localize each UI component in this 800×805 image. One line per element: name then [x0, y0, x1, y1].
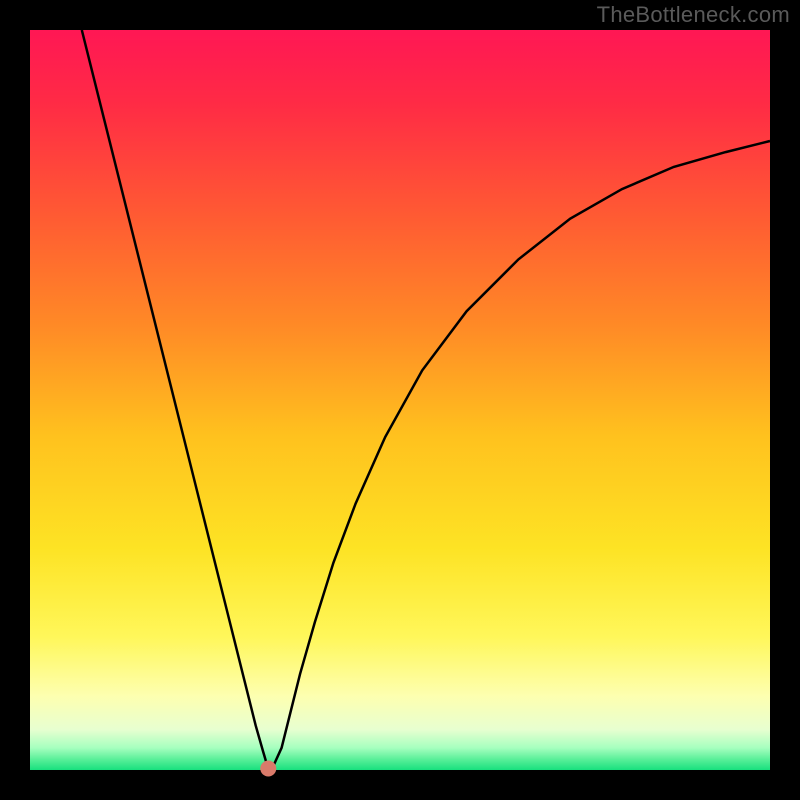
plot-background [30, 30, 770, 770]
watermark-text: TheBottleneck.com [597, 2, 790, 28]
optimal-point-marker [260, 761, 276, 777]
chart-svg [0, 0, 800, 800]
bottleneck-chart: TheBottleneck.com [0, 0, 800, 800]
